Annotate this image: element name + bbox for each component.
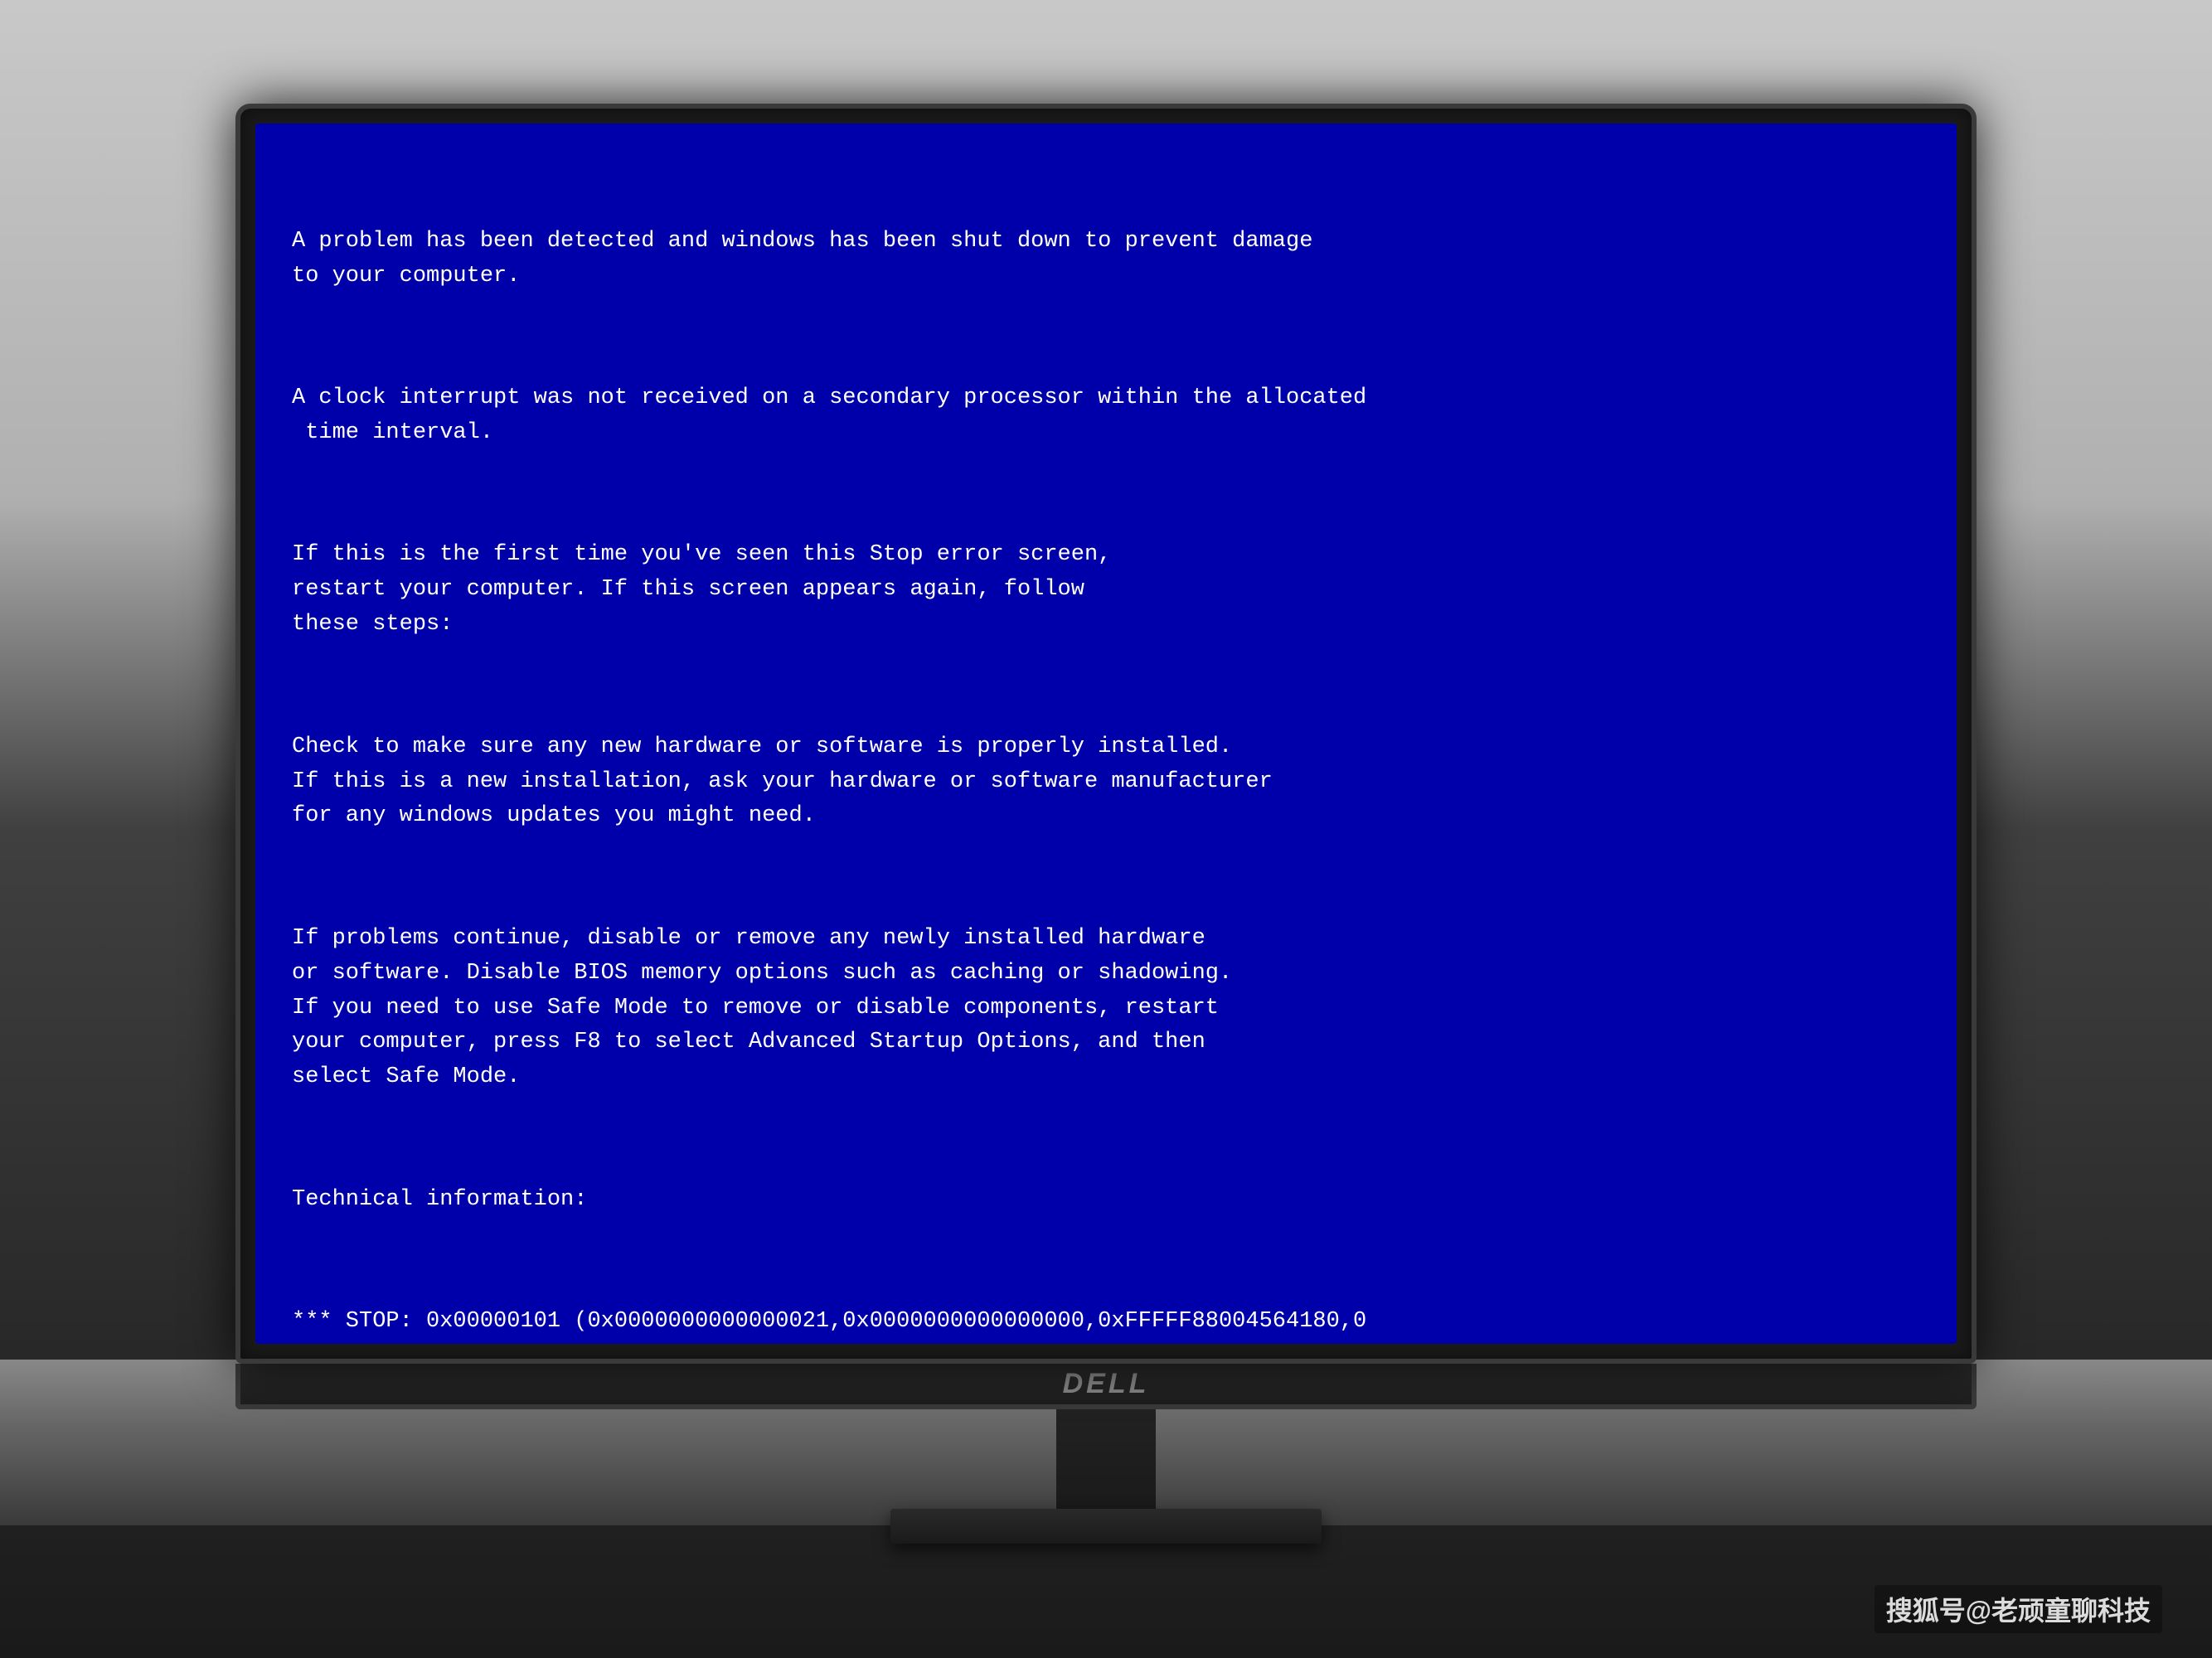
bsod-paragraph-3: If this is the first time you've seen th… (292, 538, 1920, 642)
bsod-paragraph-2: A clock interrupt was not received on a … (292, 381, 1920, 451)
monitor-frame: A problem has been detected and windows … (235, 104, 1977, 1364)
bsod-paragraph-7: *** STOP: 0x00000101 (0x0000000000000021… (292, 1305, 1920, 1344)
bsod-content: A problem has been detected and windows … (292, 155, 1920, 1344)
monitor-bottom-bezel: DELL (235, 1364, 1977, 1409)
monitor-base (890, 1509, 1322, 1544)
watermark-text: 搜狐号@老顽童聊科技 (1875, 1585, 2162, 1633)
bsod-paragraph-4: Check to make sure any new hardware or s… (292, 730, 1920, 835)
monitor-neck (1056, 1409, 1156, 1509)
monitor-container: A problem has been detected and windows … (194, 104, 2018, 1554)
monitor-brand: DELL (1063, 1368, 1150, 1400)
bsod-screen: A problem has been detected and windows … (255, 124, 1957, 1344)
bsod-paragraph-5: If problems continue, disable or remove … (292, 922, 1920, 1095)
bsod-paragraph-6: Technical information: (292, 1183, 1920, 1218)
bsod-paragraph-1: A problem has been detected and windows … (292, 225, 1920, 294)
